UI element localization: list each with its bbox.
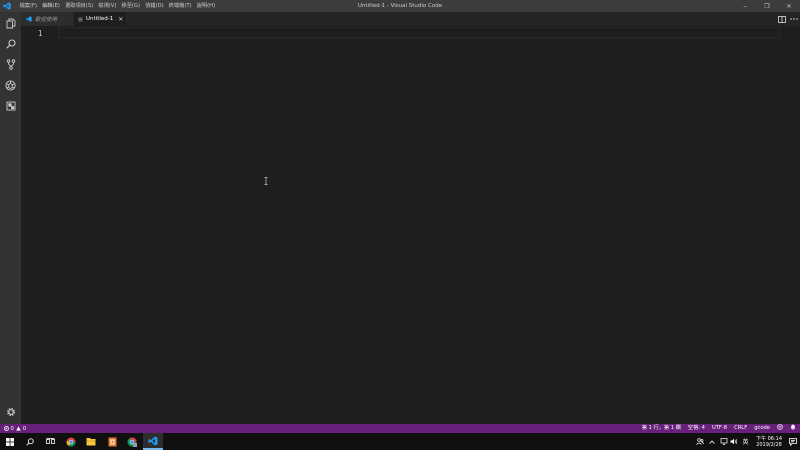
end-of-line[interactable]: CRLF xyxy=(734,424,747,433)
mouse-ibeam-icon xyxy=(264,177,268,185)
taskbar-search-icon[interactable] xyxy=(20,433,40,450)
error-count: 0 xyxy=(10,425,14,432)
tab-welcome[interactable]: 歡迎使用 xyxy=(21,12,73,26)
editor-actions xyxy=(776,12,800,26)
menu-help[interactable]: 說明(H) xyxy=(194,0,218,12)
more-actions-icon[interactable] xyxy=(788,12,800,26)
tab-untitled-label: Untitled-1 xyxy=(86,16,114,22)
menu-edit[interactable]: 編輯(E) xyxy=(40,0,63,12)
chrome-app-icon[interactable] xyxy=(122,433,142,450)
editor-area[interactable]: 1 xyxy=(21,26,800,424)
search-icon[interactable] xyxy=(0,34,21,54)
indentation[interactable]: 空格: 4 xyxy=(688,424,705,433)
tab-close-button[interactable]: ✕ xyxy=(118,16,123,23)
menu-bar: 檔案(F) 編輯(E) 選取項目(S) 檢視(V) 移至(G) 偵錯(D) 終端… xyxy=(17,0,218,12)
gear-icon[interactable] xyxy=(0,402,21,422)
source-control-icon[interactable] xyxy=(0,54,21,74)
file-explorer-icon[interactable] xyxy=(81,433,101,450)
title-bar: 檔案(F) 編輯(E) 選取項目(S) 檢視(V) 移至(G) 偵錯(D) 終端… xyxy=(0,0,800,12)
minimize-button[interactable]: – xyxy=(734,0,756,12)
tab-bar: 歡迎使用 Untitled-1 ✕ xyxy=(21,12,800,26)
input-method-indicator[interactable]: 英 xyxy=(739,433,752,450)
close-window-button[interactable]: ✕ xyxy=(778,0,800,12)
network-icon[interactable] xyxy=(719,433,729,450)
file-encoding[interactable]: UTF-8 xyxy=(712,424,727,433)
vertical-scrollbar[interactable] xyxy=(786,26,800,424)
windows-start-icon[interactable] xyxy=(0,433,20,450)
clock[interactable]: 下午 06:14 2019/2/28 xyxy=(754,436,784,448)
menu-terminal[interactable]: 終端機(T) xyxy=(166,0,194,12)
status-bar: 0 0 第 1 行，第 1 欄 空格: 4 UTF-8 CRLF gcode xyxy=(0,423,800,434)
vscode-taskbar-icon[interactable] xyxy=(143,433,163,450)
menu-go[interactable]: 移至(G) xyxy=(119,0,143,12)
language-mode[interactable]: gcode xyxy=(754,424,770,433)
menu-debug[interactable]: 偵錯(D) xyxy=(143,0,167,12)
maximize-button[interactable]: ❐ xyxy=(756,0,778,12)
tab-welcome-label: 歡迎使用 xyxy=(35,17,58,23)
notifications-bell-icon[interactable] xyxy=(790,424,796,434)
warning-icon xyxy=(16,426,22,431)
office-app-icon[interactable] xyxy=(102,433,122,450)
activity-bar xyxy=(0,12,21,424)
action-center-icon[interactable] xyxy=(786,433,800,450)
feedback-smiley-icon[interactable] xyxy=(777,423,783,434)
status-right-items: 第 1 行，第 1 欄 空格: 4 UTF-8 CRLF gcode xyxy=(635,423,796,434)
line-number: 1 xyxy=(38,29,43,38)
clock-date: 2019/2/28 xyxy=(756,441,782,448)
current-line-highlight xyxy=(58,27,780,38)
task-view-icon[interactable] xyxy=(40,433,60,450)
debug-icon[interactable] xyxy=(0,75,21,95)
menu-view[interactable]: 檢視(V) xyxy=(96,0,119,12)
warning-count: 0 xyxy=(22,425,27,432)
tab-untitled-1[interactable]: Untitled-1 ✕ xyxy=(74,12,126,26)
explorer-icon[interactable] xyxy=(0,13,21,33)
windows-taskbar: 英 下午 06:14 2019/2/28 xyxy=(0,433,800,450)
split-editor-icon[interactable] xyxy=(776,12,788,26)
problems-indicator[interactable]: 0 0 xyxy=(0,426,26,432)
file-lines-icon xyxy=(78,17,83,21)
chrome-icon[interactable] xyxy=(61,433,81,450)
clock-time: 下午 06:14 xyxy=(756,435,782,442)
vscode-logo-icon xyxy=(0,0,14,12)
show-hidden-icons-chevron-icon[interactable] xyxy=(705,433,719,450)
window-controls: – ❐ ✕ xyxy=(734,0,800,12)
error-icon xyxy=(4,426,9,431)
system-tray: 英 下午 06:14 2019/2/28 xyxy=(695,433,800,450)
extensions-icon[interactable] xyxy=(0,96,21,116)
menu-selection[interactable]: 選取項目(S) xyxy=(63,0,96,12)
volume-icon[interactable] xyxy=(729,433,739,450)
cursor-position[interactable]: 第 1 行，第 1 欄 xyxy=(642,424,681,433)
vscode-tab-icon xyxy=(26,16,32,22)
menu-file[interactable]: 檔案(F) xyxy=(17,0,40,12)
people-icon[interactable] xyxy=(695,433,705,450)
